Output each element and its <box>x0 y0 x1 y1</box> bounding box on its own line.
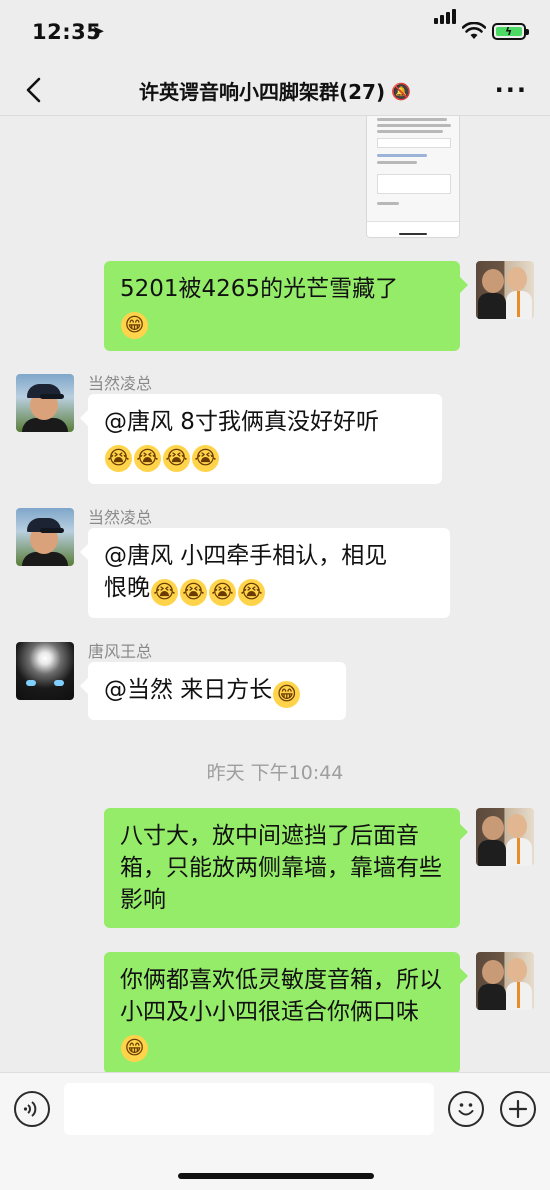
my-avatar[interactable] <box>476 261 534 319</box>
message-bubble[interactable]: 八寸大，放中间遮挡了后面音箱，只能放两侧靠墙，靠墙有些影响 <box>104 808 468 928</box>
message-text: 你俩都喜欢低灵敏度音箱，所以小四及小小四很适合你俩口味 <box>120 967 442 1025</box>
grinning-emoji-icon: 😁 <box>121 312 148 339</box>
message-bubble[interactable]: @唐风 8寸我俩真没好好听 😭 😭 😭 😭 <box>80 394 442 484</box>
plus-icon <box>508 1099 528 1119</box>
crying-emoji-icon: 😭 <box>238 579 265 606</box>
crying-emoji-icon: 😭 <box>134 445 161 472</box>
voice-icon <box>23 1101 37 1117</box>
sender-name: 当然凌总 <box>88 374 153 393</box>
sender-avatar[interactable] <box>16 642 74 700</box>
crying-emoji-icon: 😭 <box>180 579 207 606</box>
more-functions-button[interactable] <box>500 1091 536 1127</box>
message-text: @唐风 小四牵手相认，相见 <box>104 543 388 569</box>
grinning-emoji-icon: 😁 <box>273 681 301 708</box>
message-text: @当然 来日方长 <box>104 677 273 703</box>
location-arrow-icon: ➤ <box>92 22 105 40</box>
message-bubble[interactable]: 你俩都喜欢低灵敏度音箱，所以小四及小小四很适合你俩口味 😁 <box>104 952 468 1074</box>
message-input-bar <box>0 1072 550 1190</box>
emoji-button[interactable] <box>448 1091 484 1127</box>
chat-title: 许英谔音响小四脚架群(27) 🔕 <box>0 76 550 105</box>
home-indicator <box>178 1173 374 1179</box>
sender-avatar[interactable] <box>16 374 74 432</box>
grinning-emoji-icon: 😁 <box>121 1035 148 1062</box>
shared-image-thumbnail[interactable] <box>366 116 460 238</box>
message-bubble[interactable]: 5201被4265的光芒雪藏了 😁 <box>104 261 468 351</box>
my-avatar[interactable] <box>476 808 534 866</box>
crying-emoji-icon: 😭 <box>163 445 190 472</box>
crying-emoji-icon: 😭 <box>192 445 219 472</box>
chat-title-text: 许英谔音响小四脚架群(27) <box>138 80 386 104</box>
more-options-icon[interactable]: ··· <box>495 76 528 104</box>
message-timestamp: 昨天 下午10:44 <box>206 762 344 784</box>
crying-emoji-icon: 😭 <box>105 445 132 472</box>
message-input[interactable] <box>64 1083 434 1135</box>
crying-emoji-icon: 😭 <box>151 579 178 606</box>
sender-name: 唐风王总 <box>88 642 153 661</box>
sender-name: 当然凌总 <box>88 508 153 527</box>
voice-input-button[interactable] <box>14 1091 50 1127</box>
my-avatar[interactable] <box>476 952 534 1010</box>
smiley-icon <box>458 1103 474 1116</box>
sender-avatar[interactable] <box>16 508 74 566</box>
status-time: 12:35 <box>32 20 102 44</box>
message-bubble[interactable]: @当然 来日方长 😁 <box>80 662 346 720</box>
mute-bell-icon: 🔕 <box>391 82 412 101</box>
status-bar: 12:35 ➤ ϟ <box>0 0 550 64</box>
message-text: 恨晚 <box>104 575 150 601</box>
battery-icon: ϟ <box>492 23 529 40</box>
message-text: 5201被4265的光芒雪藏了 <box>120 276 399 302</box>
chat-header: 许英谔音响小四脚架群(27) 🔕 ··· <box>0 64 550 116</box>
message-text: @唐风 8寸我俩真没好好听 <box>104 409 379 435</box>
message-text: 八寸大，放中间遮挡了后面音箱，只能放两侧靠墙，靠墙有些影响 <box>120 823 442 913</box>
wifi-icon <box>462 22 486 39</box>
message-bubble[interactable]: @唐风 小四牵手相认，相见 恨晚 😭 😭 😭 😭 <box>80 528 450 618</box>
crying-emoji-icon: 😭 <box>209 579 236 606</box>
